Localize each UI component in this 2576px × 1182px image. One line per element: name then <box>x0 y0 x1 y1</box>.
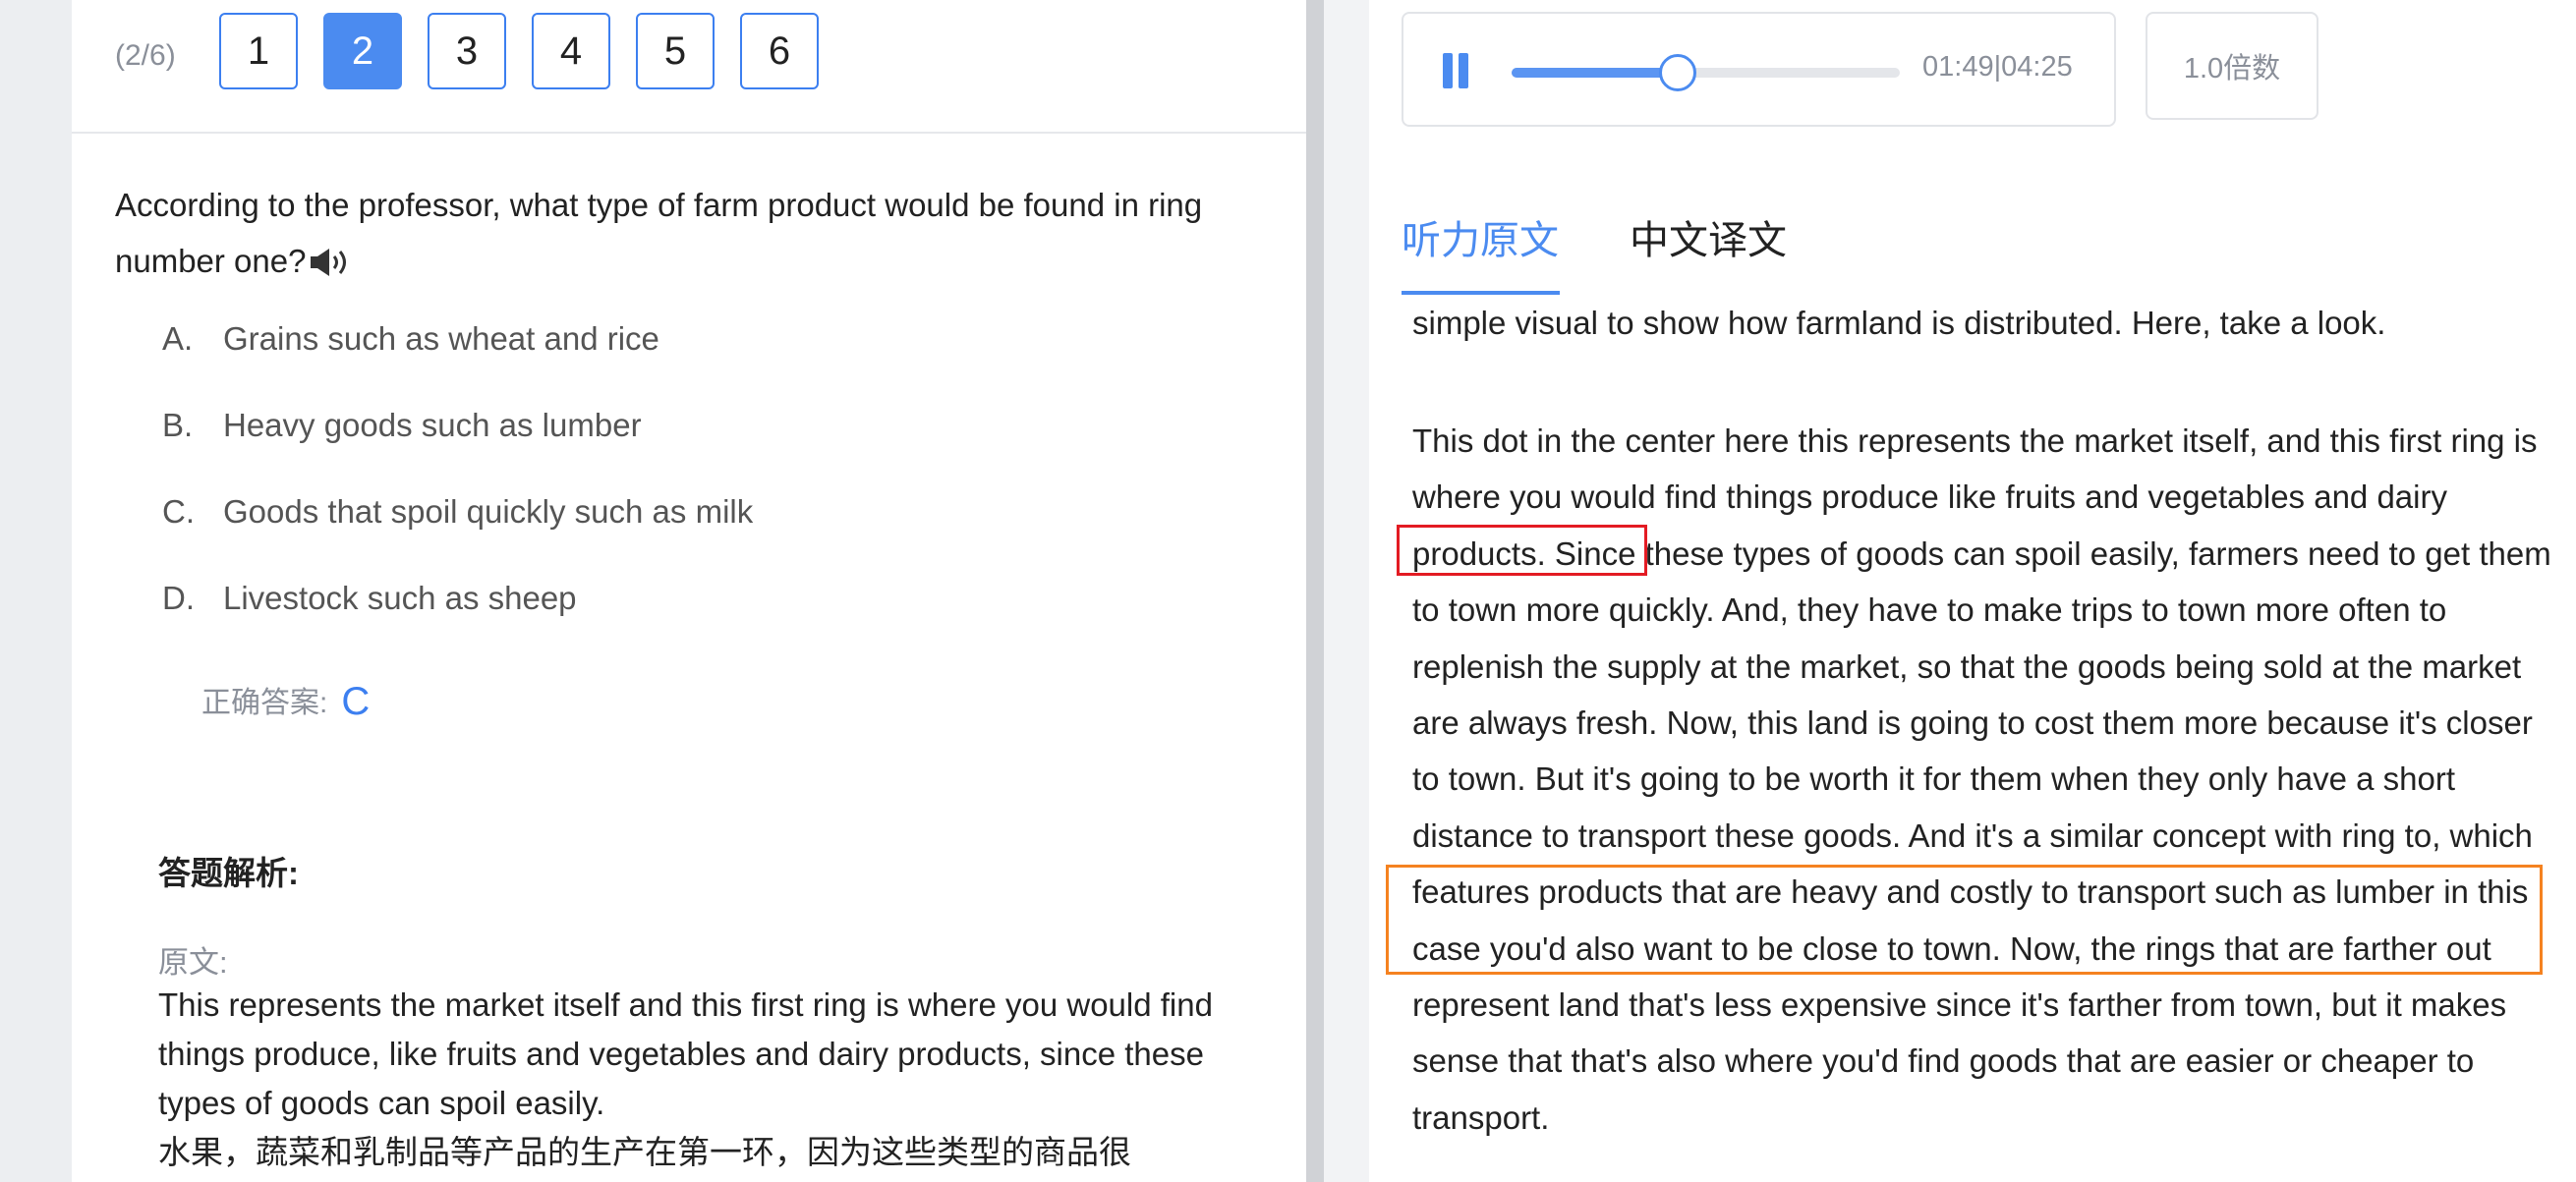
current-time: 01:49 <box>1922 51 1994 83</box>
question-text-block: According to the professor, what type of… <box>115 177 1275 295</box>
option-letter: B. <box>162 407 194 443</box>
total-time: 04:25 <box>2001 51 2073 83</box>
red-highlight-box <box>1397 525 1647 576</box>
audio-progress-track[interactable] <box>1512 54 1900 91</box>
question-button-2[interactable]: 2 <box>323 13 402 89</box>
question-text: According to the professor, what type of… <box>115 187 1203 279</box>
playback-speed-button[interactable]: 1.0倍数 <box>2146 12 2318 120</box>
option-text: Goods that spoil quickly such as milk <box>223 493 754 530</box>
audio-progress-fill <box>1512 68 1678 78</box>
audio-progress-handle[interactable] <box>1658 54 1696 91</box>
option-letter: D. <box>162 580 195 616</box>
analysis-title: 答题解析: <box>158 855 299 891</box>
option-text: Heavy goods such as lumber <box>223 407 642 443</box>
transcript-text: Since these types of goods can spoil eas… <box>1412 535 2551 854</box>
transcript-scroll-area[interactable]: simple visual to show how farmland is di… <box>1369 295 2576 1182</box>
question-button-4[interactable]: 4 <box>532 13 610 89</box>
question-button-6[interactable]: 6 <box>740 13 819 89</box>
option-b[interactable]: B. Heavy goods such as lumber <box>162 407 1243 444</box>
correct-answer: 正确答案: C <box>201 678 370 724</box>
correct-answer-label: 正确答案: <box>201 687 328 719</box>
question-button-5[interactable]: 5 <box>636 13 715 89</box>
panel-gutter <box>1324 0 1369 1182</box>
question-panel: (2/6) 1 2 3 4 5 6 According to the profe… <box>72 0 1306 1182</box>
option-text: Livestock such as sheep <box>223 580 577 616</box>
original-text: This represents the market itself and th… <box>158 986 1213 1121</box>
original-text-label: 原文: <box>158 945 228 980</box>
question-navigation: (2/6) 1 2 3 4 5 6 <box>72 0 1306 134</box>
question-progress: (2/6) <box>115 39 176 72</box>
original-translation: 水果，蔬菜和乳制品等产品的生产在第一环，因为这些类型的商品很 <box>158 1134 1131 1170</box>
transcript-paragraph: simple visual to show how farmland is di… <box>1412 305 2386 341</box>
tab-listening-original[interactable]: 听力原文 <box>1402 208 1559 265</box>
audio-time: 01:49|04:25 <box>1922 51 2073 83</box>
option-c[interactable]: C. Goods that spoil quickly such as milk <box>162 493 1243 531</box>
question-button-3[interactable]: 3 <box>428 13 506 89</box>
option-letter: A. <box>162 320 194 357</box>
option-d[interactable]: D. Livestock such as sheep <box>162 580 1243 617</box>
speaker-icon[interactable] <box>310 239 353 295</box>
option-a[interactable]: A. Grains such as wheat and rice <box>162 320 1243 358</box>
option-text: Grains such as wheat and rice <box>223 320 659 357</box>
orange-highlight-box <box>1386 865 2543 975</box>
transcript-text: This dot in the center here this represe… <box>1412 422 2538 516</box>
transcript-panel: 01:49|04:25 1.0倍数 听力原文 中文译文 simple visua… <box>1369 0 2576 1182</box>
correct-answer-value: C <box>341 680 371 723</box>
audio-player: 01:49|04:25 <box>1402 12 2116 127</box>
tab-chinese-translation[interactable]: 中文译文 <box>1630 208 1787 265</box>
app-root: (2/6) 1 2 3 4 5 6 According to the profe… <box>0 0 2576 1182</box>
transcript-paragraph: This dot in the center here this represe… <box>1412 413 2562 1146</box>
panel-divider[interactable] <box>1306 0 1324 1182</box>
question-button-1[interactable]: 1 <box>219 13 298 89</box>
option-letter: C. <box>162 493 195 530</box>
